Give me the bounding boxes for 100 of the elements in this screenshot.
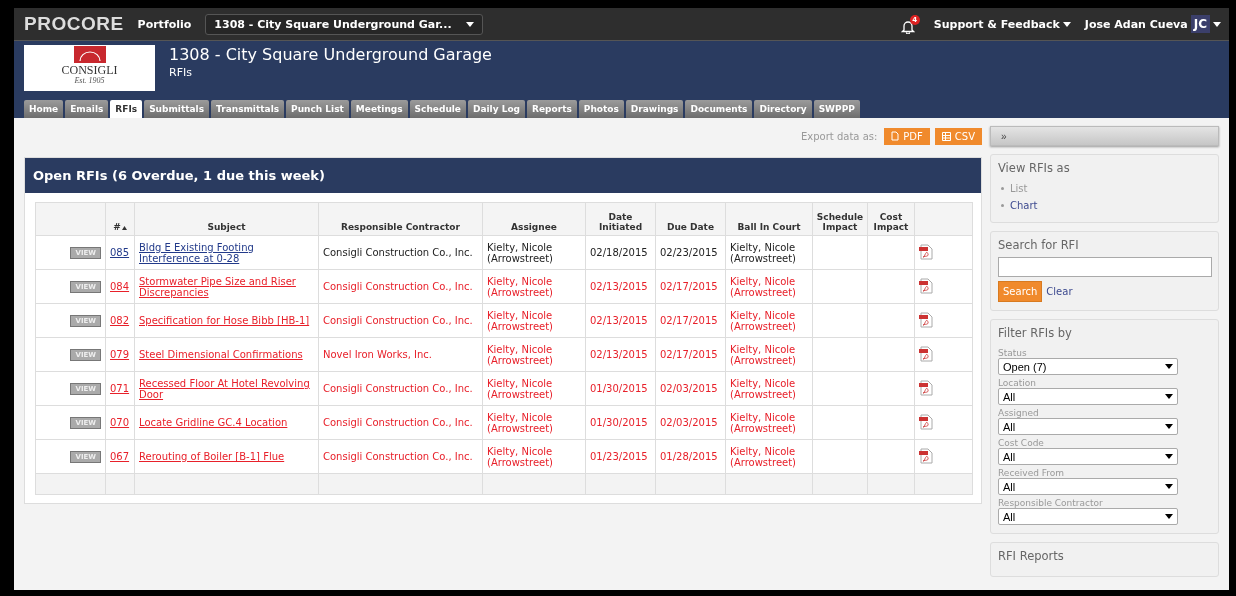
caret-icon	[465, 21, 474, 27]
company-name: CONSIGLI	[61, 64, 118, 76]
procore-logo[interactable]: PROCORE	[24, 13, 124, 35]
table-cell: 02/17/2015	[655, 303, 726, 338]
column-header: Assignee	[482, 202, 586, 236]
nav-tab[interactable]: Emails	[65, 100, 109, 118]
support-menu[interactable]: Support & Feedback	[933, 17, 1071, 31]
clear-link[interactable]: Clear	[1046, 286, 1073, 297]
nav-tab[interactable]: Photos	[578, 100, 624, 118]
table-cell: 01/28/2015	[655, 439, 726, 474]
pdf-file-icon[interactable]	[919, 277, 933, 294]
portfolio-link[interactable]: Portfolio	[137, 17, 192, 31]
panel-heading: RFI Reports	[998, 549, 1065, 563]
table-cell: 02/23/2015	[655, 235, 726, 270]
view-option[interactable]: Chart	[998, 197, 1212, 214]
bell-icon	[900, 19, 915, 34]
pdf-file-icon[interactable]	[919, 345, 933, 362]
caret-icon	[1165, 454, 1173, 459]
caret-icon	[1165, 484, 1173, 489]
nav-tab[interactable]: Transmittals	[211, 100, 285, 118]
filter-label: Location	[998, 378, 1038, 388]
export-button[interactable]: PDF	[884, 127, 930, 145]
table-cell: Kielty, Nicole (Arrowstreet)	[725, 337, 813, 372]
collapse-toggle[interactable]: »	[990, 126, 1219, 146]
filter-select[interactable]: Open (7)	[998, 358, 1178, 375]
column-header[interactable]: #	[105, 202, 135, 236]
table-cell: 02/03/2015	[655, 405, 726, 440]
column-header: Schedule Impact	[812, 202, 868, 236]
column-header: Responsible Contractor	[318, 202, 483, 236]
nav-tab[interactable]: Directory	[754, 100, 812, 118]
export-button[interactable]: CSV	[934, 127, 982, 145]
filter-select[interactable]: All	[998, 508, 1178, 525]
table-cell: Kielty, Nicole (Arrowstreet)	[725, 303, 813, 338]
nav-tab[interactable]: Drawings	[625, 100, 684, 118]
caret-icon	[1165, 514, 1173, 519]
table-cell: 02/03/2015	[655, 371, 726, 406]
pdf-file-icon[interactable]	[919, 447, 933, 464]
column-header: Ball In Court	[725, 202, 813, 236]
table-cell: 01/30/2015	[585, 405, 656, 440]
table-cell: Kielty, Nicole (Arrowstreet)	[725, 269, 813, 304]
table-cell: Kielty, Nicole (Arrowstreet)	[482, 337, 586, 372]
table-cell: Kielty, Nicole (Arrowstreet)	[725, 235, 813, 270]
table-cell: Novel Iron Works, Inc.	[318, 337, 483, 372]
filter-select[interactable]: All	[998, 478, 1178, 495]
view-option[interactable]: List	[998, 180, 1212, 197]
column-header: Cost Impact	[867, 202, 915, 236]
nav-tab[interactable]: RFIs	[110, 100, 143, 118]
panel-heading: View RFIs as	[998, 161, 1071, 175]
filter-label: Responsible Contractor	[998, 498, 1104, 508]
column-header: Subject	[134, 202, 319, 236]
nav-tab[interactable]: Schedule	[409, 100, 466, 118]
nav-tab[interactable]: Documents	[685, 100, 753, 118]
nav-tab[interactable]: Home	[24, 100, 64, 118]
nav-tab[interactable]: Punch List	[286, 100, 349, 118]
table-cell: Kielty, Nicole (Arrowstreet)	[725, 439, 813, 474]
pdf-file-icon[interactable]	[919, 243, 933, 260]
nav-tab[interactable]: Meetings	[350, 100, 408, 118]
filter-select[interactable]: All	[998, 418, 1178, 435]
project-select[interactable]: 1308 - City Square Underground Gar...	[205, 13, 483, 35]
table-cell: Consigli Construction Co., Inc.	[318, 439, 483, 474]
search-field[interactable]	[998, 257, 1212, 277]
table-cell: 02/13/2015	[585, 269, 656, 304]
filter-label: Status	[998, 348, 1028, 358]
filter-select[interactable]: All	[998, 448, 1178, 465]
column-header: Date Initiated	[585, 202, 656, 236]
document-icon	[891, 131, 900, 141]
user-menu[interactable]: Jose Adan Cueva JC	[1084, 15, 1221, 33]
caret-icon	[1165, 424, 1173, 429]
table-cell: Kielty, Nicole (Arrowstreet)	[725, 405, 813, 440]
table-cell: 01/23/2015	[585, 439, 656, 474]
pdf-file-icon[interactable]	[919, 379, 933, 396]
filter-select[interactable]: All	[998, 388, 1178, 405]
column-header: Due Date	[655, 202, 726, 236]
user-initials: JC	[1190, 15, 1210, 33]
panel-heading: Filter RFIs by	[998, 326, 1073, 340]
table-cell: 01/30/2015	[585, 371, 656, 406]
filter-label: Cost Code	[998, 438, 1045, 448]
nav-tab[interactable]: SWPPP	[813, 100, 860, 118]
nav-tab[interactable]: Daily Log	[468, 100, 526, 118]
panel-heading: Search for RFI	[998, 238, 1080, 252]
page-subtitle: RFIs	[169, 66, 193, 79]
company-established: Est. 1905	[74, 76, 105, 85]
pdf-file-icon[interactable]	[919, 311, 933, 328]
table-cell: Consigli Construction Co., Inc.	[318, 405, 483, 440]
caret-icon	[1213, 21, 1221, 27]
caret-icon	[1165, 394, 1173, 399]
nav-tab[interactable]: Submittals	[144, 100, 210, 118]
nav-tab[interactable]: Reports	[527, 100, 577, 118]
table-cell: 02/18/2015	[585, 235, 656, 270]
table-cell: Kielty, Nicole (Arrowstreet)	[482, 439, 586, 474]
table-cell: Consigli Construction Co., Inc.	[318, 371, 483, 406]
table-cell: 02/13/2015	[585, 337, 656, 372]
panel-title: Open RFIs (6 Overdue, 1 due this week)	[25, 158, 981, 193]
pdf-file-icon[interactable]	[919, 413, 933, 430]
table-cell: Kielty, Nicole (Arrowstreet)	[482, 235, 586, 270]
table-cell: Kielty, Nicole (Arrowstreet)	[725, 371, 813, 406]
search-button[interactable]: Search	[998, 281, 1043, 302]
table-cell: 02/13/2015	[585, 303, 656, 338]
table-cell: Consigli Construction Co., Inc.	[318, 269, 483, 304]
table-cell: Kielty, Nicole (Arrowstreet)	[482, 405, 586, 440]
